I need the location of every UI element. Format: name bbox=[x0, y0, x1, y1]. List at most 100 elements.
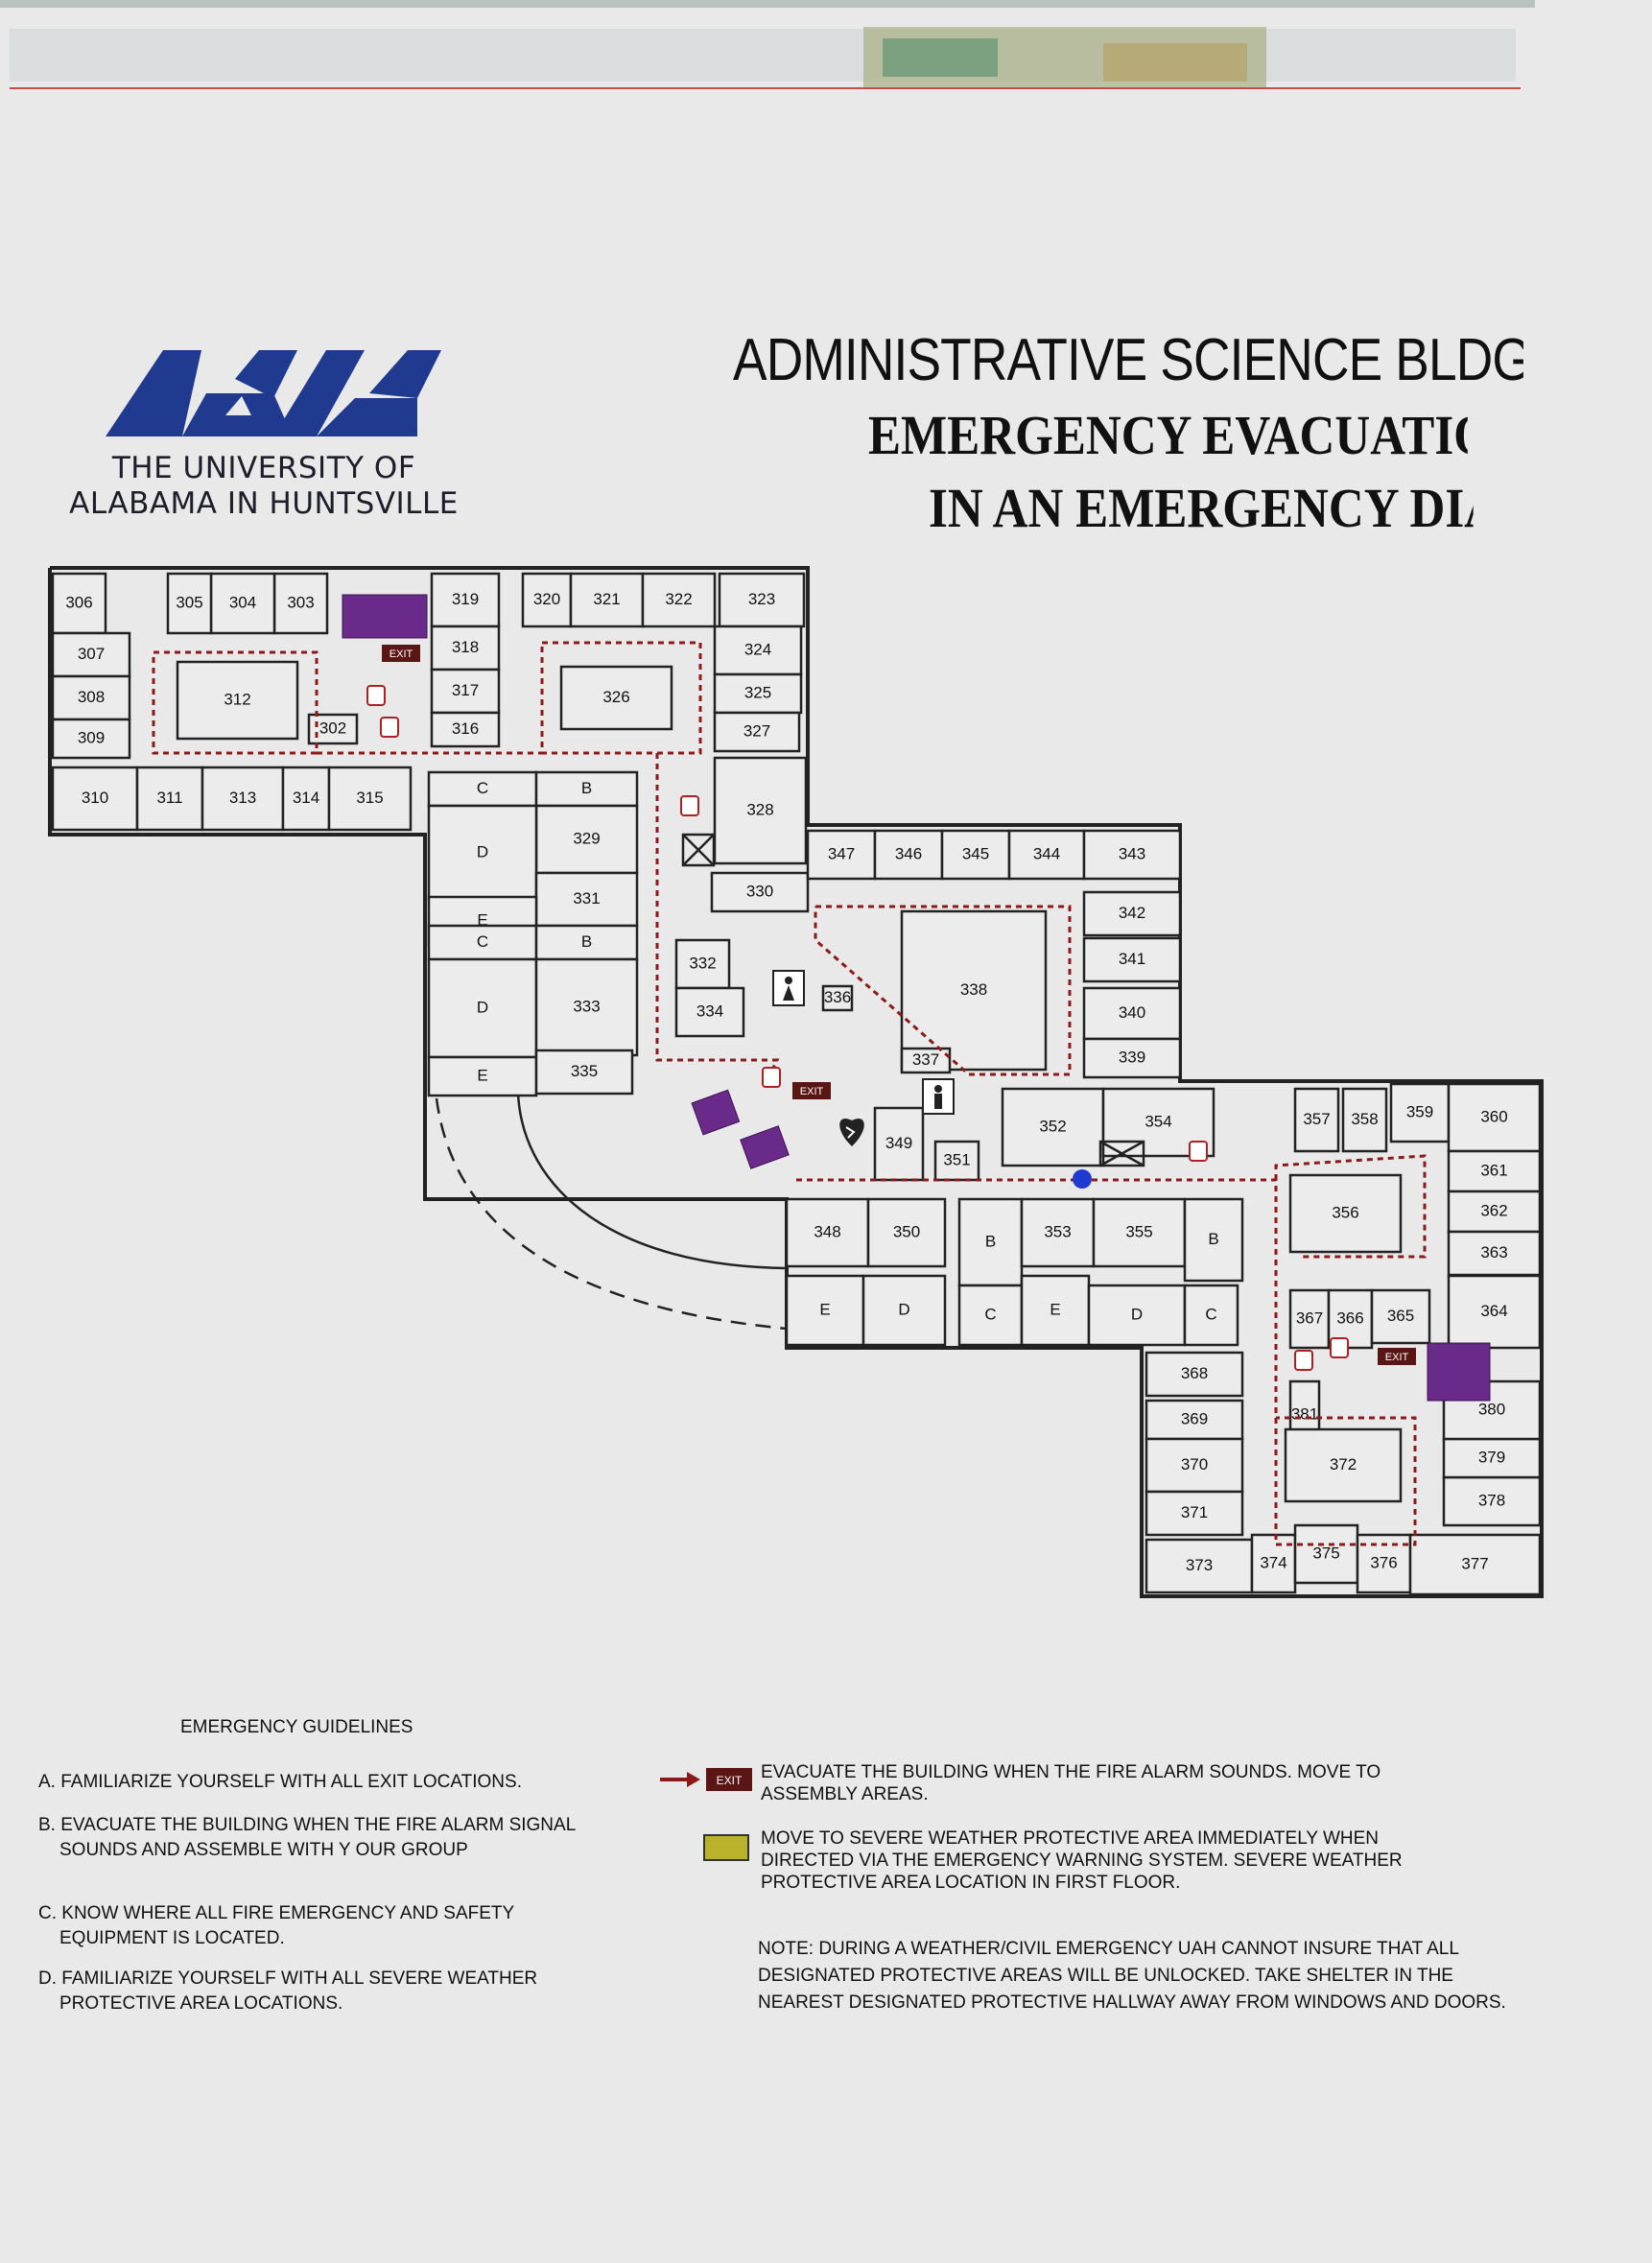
room-368: 368 bbox=[1145, 1351, 1244, 1398]
room-label: 363 bbox=[1480, 1243, 1507, 1261]
room-362: 362 bbox=[1447, 1190, 1542, 1234]
room-label: 365 bbox=[1387, 1307, 1414, 1325]
room-label: 315 bbox=[356, 789, 383, 807]
room-312: 312 bbox=[176, 660, 299, 741]
room-361: 361 bbox=[1447, 1149, 1542, 1193]
room-label: 354 bbox=[1145, 1112, 1171, 1130]
legend-shelter-swatch bbox=[703, 1834, 749, 1861]
room-345: 345 bbox=[940, 829, 1011, 881]
exit-sign-icon: EXIT bbox=[382, 645, 420, 662]
room-label: 333 bbox=[573, 997, 600, 1015]
room-label: 342 bbox=[1119, 904, 1145, 922]
room-label: 366 bbox=[1336, 1308, 1363, 1327]
room-label: 309 bbox=[78, 728, 105, 746]
exit-sign-icon: EXIT bbox=[792, 1082, 831, 1099]
guideline-c-line1: C. KNOW WHERE ALL FIRE EMERGENCY AND SAF… bbox=[38, 1903, 515, 1923]
room-label: 321 bbox=[593, 590, 620, 608]
room-label: 328 bbox=[746, 800, 773, 818]
room-323: 323 bbox=[718, 572, 806, 628]
room-label: 303 bbox=[287, 593, 314, 611]
room-label: 374 bbox=[1260, 1553, 1286, 1571]
room-label: C bbox=[477, 932, 488, 951]
room-label: 343 bbox=[1119, 844, 1145, 862]
room-317: 317 bbox=[430, 668, 501, 715]
room-379: 379 bbox=[1442, 1437, 1542, 1479]
room-label: 361 bbox=[1480, 1161, 1507, 1179]
svg-text:EXIT: EXIT bbox=[389, 648, 413, 660]
room-E: E bbox=[427, 1055, 538, 1097]
room-label: 379 bbox=[1478, 1448, 1505, 1466]
room-label: 310 bbox=[82, 789, 108, 807]
room-label: 368 bbox=[1181, 1364, 1208, 1382]
room-label: 308 bbox=[78, 688, 105, 706]
room-307: 307 bbox=[51, 631, 131, 678]
room-label: 376 bbox=[1370, 1553, 1397, 1571]
room-label: 340 bbox=[1119, 1003, 1145, 1022]
room-331: 331 bbox=[534, 871, 639, 928]
room-349: 349 bbox=[873, 1106, 925, 1182]
guidelines-heading: EMERGENCY GUIDELINES bbox=[180, 1717, 413, 1737]
room-label: 364 bbox=[1480, 1302, 1507, 1320]
room-341: 341 bbox=[1082, 936, 1182, 983]
room-321: 321 bbox=[569, 572, 645, 628]
room-label: 367 bbox=[1296, 1308, 1323, 1327]
room-367: 367 bbox=[1288, 1288, 1331, 1350]
room-label: 330 bbox=[746, 882, 773, 900]
room-304: 304 bbox=[209, 572, 276, 635]
room-label: 302 bbox=[319, 719, 346, 737]
guideline-a-line1: A. FAMILIARIZE YOURSELF WITH ALL EXIT LO… bbox=[38, 1772, 522, 1792]
room-326: 326 bbox=[559, 665, 673, 731]
guideline-d: D. FAMILIARIZE YOURSELF WITH ALL SEVERE … bbox=[38, 1967, 652, 2016]
room-342: 342 bbox=[1082, 890, 1182, 937]
room-365: 365 bbox=[1370, 1288, 1431, 1345]
room-318: 318 bbox=[430, 625, 501, 672]
room-label: 318 bbox=[452, 638, 479, 656]
room-308: 308 bbox=[51, 674, 131, 721]
room-label: 381 bbox=[1291, 1404, 1318, 1423]
guideline-d-line1: D. FAMILIARIZE YOURSELF WITH ALL SEVERE … bbox=[38, 1968, 538, 1989]
room-label: 332 bbox=[689, 954, 716, 972]
legend-exit-line2: ASSEMBLY AREAS. bbox=[761, 1784, 929, 1804]
room-label: 357 bbox=[1303, 1110, 1330, 1128]
room-360: 360 bbox=[1447, 1082, 1542, 1153]
room-label: E bbox=[1050, 1300, 1060, 1318]
guideline-b-line2: SOUNDS AND ASSEMBLE WITH Y OUR GROUP bbox=[59, 1840, 468, 1860]
room-322: 322 bbox=[641, 572, 717, 628]
room-label: 329 bbox=[573, 829, 600, 847]
room-label: 344 bbox=[1033, 844, 1060, 862]
room-315: 315 bbox=[327, 766, 413, 832]
evacuation-route-icon: EXIT bbox=[660, 1768, 752, 1791]
room-label: 348 bbox=[814, 1222, 840, 1240]
room-378: 378 bbox=[1442, 1475, 1542, 1527]
guideline-b-line1: B. EVACUATE THE BUILDING WHEN THE FIRE A… bbox=[38, 1815, 577, 1835]
room-label: 306 bbox=[65, 593, 92, 611]
you-are-here-icon bbox=[1073, 1169, 1092, 1189]
room-358: 358 bbox=[1341, 1087, 1388, 1153]
room-377: 377 bbox=[1408, 1533, 1542, 1596]
room-375: 375 bbox=[1293, 1523, 1359, 1585]
room-label: 370 bbox=[1181, 1455, 1208, 1473]
room-label: 372 bbox=[1330, 1455, 1357, 1473]
room-336: 336 bbox=[821, 984, 854, 1012]
restroom-men-icon bbox=[922, 1078, 955, 1115]
room-label: D bbox=[1131, 1305, 1143, 1323]
legend-shelter-line1: MOVE TO SEVERE WEATHER PROTECTIVE AREA I… bbox=[761, 1828, 1380, 1849]
room-364: 364 bbox=[1447, 1274, 1542, 1350]
floor-plan-map: 303 304 305 306 307 308 309 310 311 313 314 315 312 3… bbox=[48, 566, 1544, 1598]
room-label: D bbox=[477, 842, 488, 860]
legend-exit-text: EVACUATE THE BUILDING WHEN THE FIRE ALAR… bbox=[761, 1761, 1547, 1805]
room-label: C bbox=[1205, 1305, 1216, 1323]
room-E: E bbox=[1020, 1274, 1091, 1347]
room-351: 351 bbox=[933, 1140, 980, 1182]
room-label: D bbox=[898, 1300, 909, 1318]
room-label: 316 bbox=[452, 719, 479, 738]
room-label: 317 bbox=[452, 681, 479, 699]
room-label: B bbox=[985, 1232, 996, 1250]
building-title: ADMINISTRATIVE SCIENCE BLDG - bbox=[733, 327, 1523, 393]
room-C: C bbox=[427, 924, 538, 961]
room-327: 327 bbox=[713, 711, 801, 753]
svg-text:EXIT: EXIT bbox=[800, 1086, 824, 1097]
room-B: B bbox=[957, 1197, 1024, 1287]
room-338: 338 bbox=[900, 909, 1048, 1072]
room-347: 347 bbox=[806, 829, 877, 881]
